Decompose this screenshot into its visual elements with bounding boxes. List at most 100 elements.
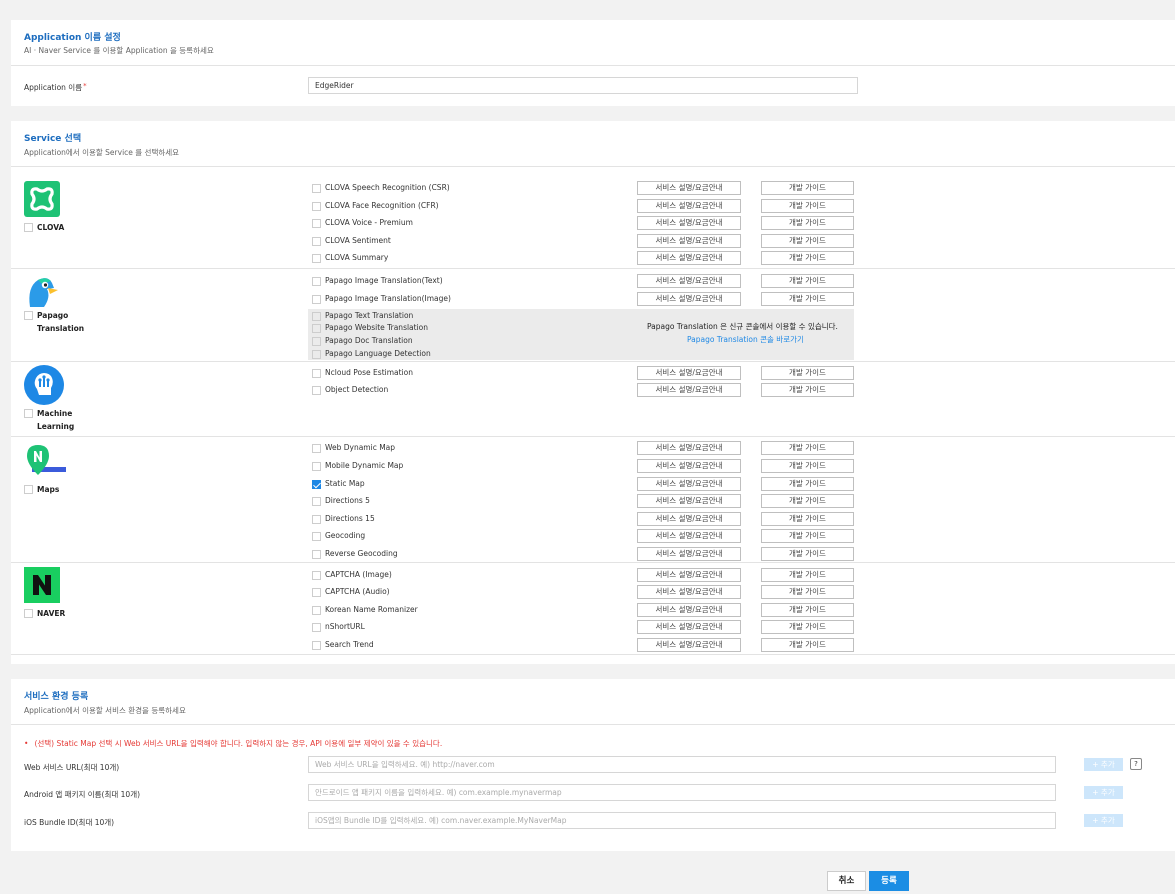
disabled-checkbox [312, 312, 321, 321]
group-name-machine-learning: Machine Learning [37, 409, 75, 431]
service-checkbox[interactable] [312, 497, 321, 506]
service-row: CLOVA Sentiment 서비스 설명/요금안내 개발 가이드 [11, 234, 1175, 251]
android-package-input[interactable] [308, 784, 1056, 801]
service-checkbox[interactable] [312, 295, 321, 304]
service-checkbox[interactable] [312, 369, 321, 378]
service-checkbox[interactable] [312, 386, 321, 395]
dev-guide-button[interactable]: 개발 가이드 [761, 181, 854, 195]
service-checkbox[interactable] [312, 444, 321, 453]
service-name: Korean Name Romanizer [325, 605, 418, 614]
service-name: Directions 15 [325, 514, 375, 523]
service-description-button[interactable]: 서비스 설명/요금안내 [637, 234, 741, 248]
dev-guide-button[interactable]: 개발 가이드 [761, 638, 854, 652]
add-android-package-button[interactable]: + 추가 [1084, 786, 1123, 799]
disabled-checkbox [312, 337, 321, 346]
papago-console-link[interactable]: Papago Translation 콘솔 바로가기 [687, 334, 804, 345]
service-description-button[interactable]: 서비스 설명/요금안내 [637, 603, 741, 617]
dev-guide-button[interactable]: 개발 가이드 [761, 292, 854, 306]
add-ios-bundle-button[interactable]: + 추가 [1084, 814, 1123, 827]
dev-guide-button[interactable]: 개발 가이드 [761, 477, 854, 491]
service-description-button[interactable]: 서비스 설명/요금안내 [637, 494, 741, 508]
app-name-panel: Application 이름 설정 AI · Naver Service 를 이… [11, 20, 1175, 106]
service-checkbox[interactable] [312, 550, 321, 559]
service-description-button[interactable]: 서비스 설명/요금안내 [637, 366, 741, 380]
dev-guide-button[interactable]: 개발 가이드 [761, 603, 854, 617]
service-name: Mobile Dynamic Map [325, 461, 404, 470]
group-checkbox-machine-learning[interactable] [24, 409, 33, 418]
dev-guide-button[interactable]: 개발 가이드 [761, 512, 854, 526]
dev-guide-button[interactable]: 개발 가이드 [761, 441, 854, 455]
service-section-subtitle: Application에서 이용할 Service 를 선택하세요 [24, 148, 180, 157]
dev-guide-button[interactable]: 개발 가이드 [761, 529, 854, 543]
submit-button[interactable]: 등록 [869, 871, 909, 891]
dev-guide-button[interactable]: 개발 가이드 [761, 234, 854, 248]
service-checkbox[interactable] [312, 254, 321, 263]
service-description-button[interactable]: 서비스 설명/요금안내 [637, 251, 741, 265]
service-description-button[interactable]: 서비스 설명/요금안내 [637, 459, 741, 473]
group-checkbox-papago[interactable] [24, 311, 33, 320]
dev-guide-button[interactable]: 개발 가이드 [761, 251, 854, 265]
service-description-button[interactable]: 서비스 설명/요금안내 [637, 620, 741, 634]
dev-guide-button[interactable]: 개발 가이드 [761, 216, 854, 230]
service-checkbox[interactable] [312, 515, 321, 524]
app-name-section-subtitle: AI · Naver Service 를 이용할 Application 을 등… [24, 46, 214, 55]
disabled-service-item: Papago Language Detection [312, 349, 431, 359]
service-checkbox[interactable] [312, 237, 321, 246]
service-name: Object Detection [325, 385, 389, 394]
service-description-button[interactable]: 서비스 설명/요금안내 [637, 216, 741, 230]
dev-guide-button[interactable]: 개발 가이드 [761, 494, 854, 508]
service-name: CLOVA Speech Recognition (CSR) [325, 183, 450, 192]
service-description-button[interactable]: 서비스 설명/요금안내 [637, 512, 741, 526]
help-icon[interactable]: ? [1130, 758, 1142, 770]
dev-guide-button[interactable]: 개발 가이드 [761, 547, 854, 561]
service-description-button[interactable]: 서비스 설명/요금안내 [637, 547, 741, 561]
service-checkbox[interactable] [312, 202, 321, 211]
dev-guide-button[interactable]: 개발 가이드 [761, 366, 854, 380]
notice-bullet: • [24, 739, 29, 748]
service-checkbox[interactable] [312, 571, 321, 580]
service-name: Reverse Geocoding [325, 549, 398, 558]
add-web-url-button[interactable]: + 추가 [1084, 758, 1123, 771]
service-description-button[interactable]: 서비스 설명/요금안내 [637, 383, 741, 397]
service-checkbox[interactable] [312, 606, 321, 615]
dev-guide-button[interactable]: 개발 가이드 [761, 585, 854, 599]
service-description-button[interactable]: 서비스 설명/요금안내 [637, 529, 741, 543]
service-name: Search Trend [325, 640, 374, 649]
dev-guide-button[interactable]: 개발 가이드 [761, 383, 854, 397]
service-description-button[interactable]: 서비스 설명/요금안내 [637, 292, 741, 306]
dev-guide-button[interactable]: 개발 가이드 [761, 459, 854, 473]
ios-bundle-input[interactable] [308, 812, 1056, 829]
service-checkbox[interactable] [312, 623, 321, 632]
divider [11, 724, 1175, 725]
dev-guide-button[interactable]: 개발 가이드 [761, 274, 854, 288]
service-description-button[interactable]: 서비스 설명/요금안내 [637, 441, 741, 455]
web-url-input[interactable] [308, 756, 1056, 773]
service-checkbox[interactable] [312, 462, 321, 471]
service-description-button[interactable]: 서비스 설명/요금안내 [637, 274, 741, 288]
service-description-button[interactable]: 서비스 설명/요금안내 [637, 181, 741, 195]
cancel-button[interactable]: 취소 [827, 871, 866, 891]
service-row: Mobile Dynamic Map 서비스 설명/요금안내 개발 가이드 [11, 459, 1175, 476]
service-name: Static Map [325, 479, 365, 488]
dev-guide-button[interactable]: 개발 가이드 [761, 568, 854, 582]
service-row: Geocoding 서비스 설명/요금안내 개발 가이드 [11, 529, 1175, 546]
env-section-title: 서비스 환경 등록 [24, 692, 89, 702]
service-checkbox[interactable] [312, 588, 321, 597]
service-checkbox[interactable] [312, 532, 321, 541]
service-row: Web Dynamic Map 서비스 설명/요금안내 개발 가이드 [11, 441, 1175, 458]
service-description-button[interactable]: 서비스 설명/요금안내 [637, 477, 741, 491]
service-row: Static Map 서비스 설명/요금안내 개발 가이드 [11, 477, 1175, 494]
service-description-button[interactable]: 서비스 설명/요금안내 [637, 199, 741, 213]
service-checkbox[interactable] [312, 277, 321, 286]
service-description-button[interactable]: 서비스 설명/요금안내 [637, 568, 741, 582]
service-name: CLOVA Sentiment [325, 236, 391, 245]
service-checkbox[interactable] [312, 219, 321, 228]
service-checkbox[interactable] [312, 184, 321, 193]
dev-guide-button[interactable]: 개발 가이드 [761, 620, 854, 634]
service-checkbox[interactable] [312, 641, 321, 650]
service-description-button[interactable]: 서비스 설명/요금안내 [637, 585, 741, 599]
dev-guide-button[interactable]: 개발 가이드 [761, 199, 854, 213]
service-checkbox-checked[interactable] [312, 480, 321, 489]
service-description-button[interactable]: 서비스 설명/요금안내 [637, 638, 741, 652]
app-name-input[interactable] [308, 77, 858, 94]
